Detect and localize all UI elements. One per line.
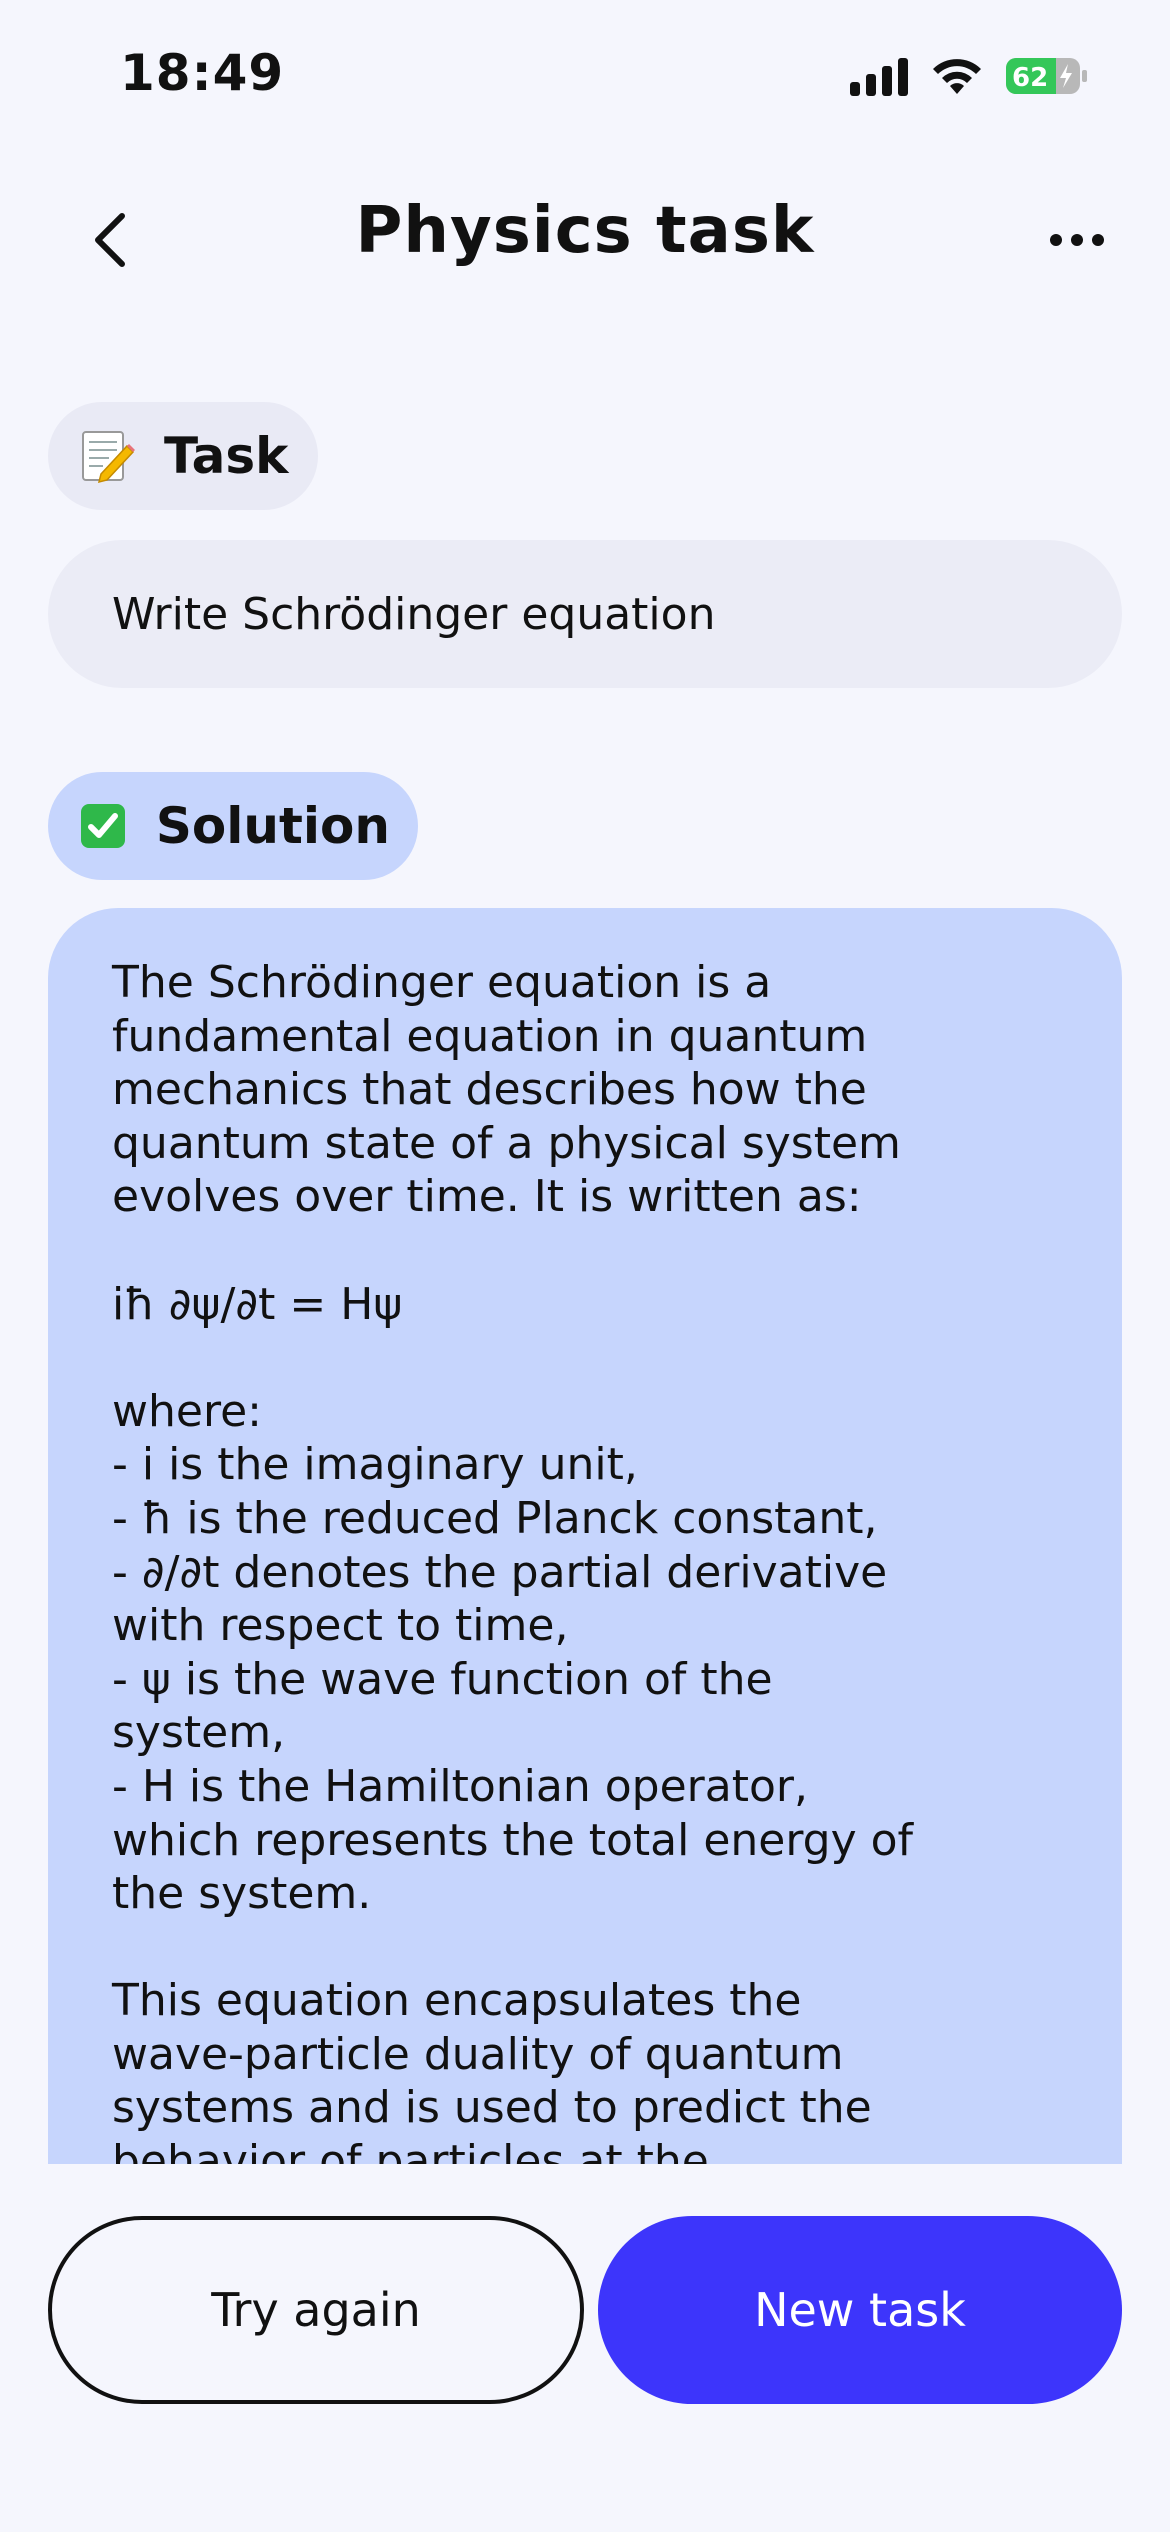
- battery-icon: 62: [1006, 56, 1088, 96]
- solution-label: Solution: [155, 797, 390, 855]
- solution-text: The Schrödinger equation is a fundamenta…: [112, 957, 914, 2164]
- cellular-signal-icon: [850, 56, 908, 96]
- task-label-chip: Task: [48, 402, 318, 510]
- wifi-icon: [930, 56, 984, 96]
- task-label: Task: [164, 427, 289, 485]
- ellipsis-dot-icon: [1092, 234, 1104, 246]
- page-title: Physics task: [355, 194, 815, 268]
- new-task-button[interactable]: New task: [598, 2216, 1122, 2404]
- ellipsis-dot-icon: [1071, 234, 1083, 246]
- more-options-button[interactable]: [1032, 200, 1122, 280]
- status-icons: 62: [850, 56, 1088, 96]
- ellipsis-dot-icon: [1050, 234, 1062, 246]
- status-bar: 18:49 62: [0, 0, 1170, 150]
- try-again-button[interactable]: Try again: [48, 2216, 584, 2404]
- nav-bar: Physics task: [0, 180, 1170, 290]
- status-time: 18:49: [120, 44, 285, 102]
- solution-label-chip: Solution: [48, 772, 418, 880]
- battery-level: 62: [1012, 63, 1048, 93]
- solution-text-box[interactable]: The Schrödinger equation is a fundamenta…: [48, 908, 1122, 2164]
- task-text: Write Schrödinger equation: [112, 588, 716, 640]
- task-text-box: Write Schrödinger equation: [48, 540, 1122, 688]
- memo-icon: [78, 427, 136, 485]
- check-mark-icon: [78, 797, 128, 855]
